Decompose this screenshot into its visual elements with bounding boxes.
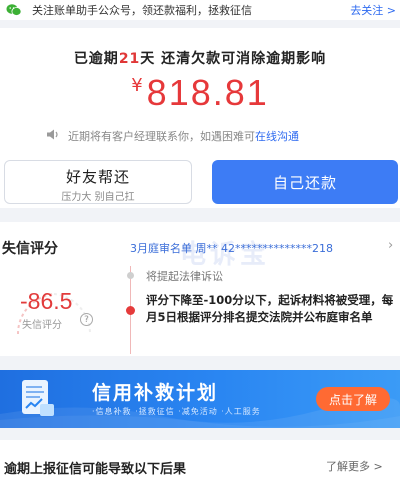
friend-pay-sublabel: 压力大 别自己扛 <box>61 192 135 203</box>
overdue-days: 21 <box>118 51 141 67</box>
chevron-right-icon[interactable]: › <box>388 238 393 253</box>
amount-value: 818.81 <box>146 72 269 113</box>
credit-score-label: 失信评分 <box>22 320 62 331</box>
online-chat-link[interactable]: 在线沟通 <box>255 128 299 144</box>
credit-score-card: 电诉宝 失信评分 3月庭审名单 周** 42**************218 … <box>0 222 400 356</box>
wechat-icon <box>6 3 22 17</box>
document-icon <box>22 380 54 416</box>
overdue-prefix: 已逾期 <box>73 51 119 67</box>
consequences-card: 逾期上报征信可能导致以下后果 了解更多 > <box>0 440 400 497</box>
banner-title: 信用补救计划 <box>92 382 219 404</box>
self-pay-button[interactable]: 自己还款 <box>212 160 398 204</box>
credit-score-value: -86.5 <box>20 288 73 314</box>
learn-more-button[interactable]: 点击了解 <box>316 387 390 411</box>
follow-link[interactable]: 去关注 > <box>350 2 396 18</box>
banner-tags: ·信息补救 ·拯救征信 ·减免活动 ·人工服务 <box>92 407 261 416</box>
notice-text: 关注账单助手公众号，领还款福利，拯救征信 <box>32 4 252 17</box>
follow-notice-bar[interactable]: 关注账单助手公众号，领还款福利，拯救征信 去关注 > <box>0 0 400 20</box>
step-description: 评分下降至-100分以下，起诉材料将被受理，每月5日根据评分排名提交法院并公布庭… <box>146 293 394 324</box>
timeline-dot-pending <box>127 272 134 279</box>
friend-pay-button[interactable]: 好友帮还 压力大 别自己扛 <box>4 160 192 204</box>
consequences-title: 逾期上报征信可能导致以下后果 <box>4 462 187 477</box>
overdue-amount: ¥818.81 <box>0 72 400 114</box>
step-lawsuit: 将提起法律诉讼 <box>146 270 223 283</box>
credit-rescue-banner[interactable]: 信用补救计划 ·信息补救 ·拯救征信 ·减免活动 ·人工服务 点击了解 <box>0 370 400 428</box>
manager-text: 近期将有客户经理联系你，如遇困难可 <box>68 130 255 143</box>
currency-symbol: ¥ <box>131 75 143 96</box>
credit-score-title: 失信评分 <box>2 241 58 257</box>
overdue-suffix: 天 还清欠款可消除逾期影响 <box>140 51 327 67</box>
overdue-card: 已逾期21天 还清欠款可消除逾期影响 ¥818.81 近期将有客户经理联系你，如… <box>0 28 400 208</box>
manager-contact-line: 近期将有客户经理联系你，如遇困难可 在线沟通 <box>46 128 299 144</box>
help-icon[interactable]: ? <box>80 313 93 326</box>
timeline-dot-current <box>126 306 135 315</box>
overdue-status: 已逾期21天 还清欠款可消除逾期影响 <box>0 48 400 68</box>
speaker-icon <box>46 129 60 143</box>
friend-pay-label: 好友帮还 <box>65 168 130 186</box>
learn-more-link[interactable]: 了解更多 > <box>326 458 383 474</box>
court-list-ticker[interactable]: 3月庭审名单 周** 42**************218 <box>130 240 333 256</box>
